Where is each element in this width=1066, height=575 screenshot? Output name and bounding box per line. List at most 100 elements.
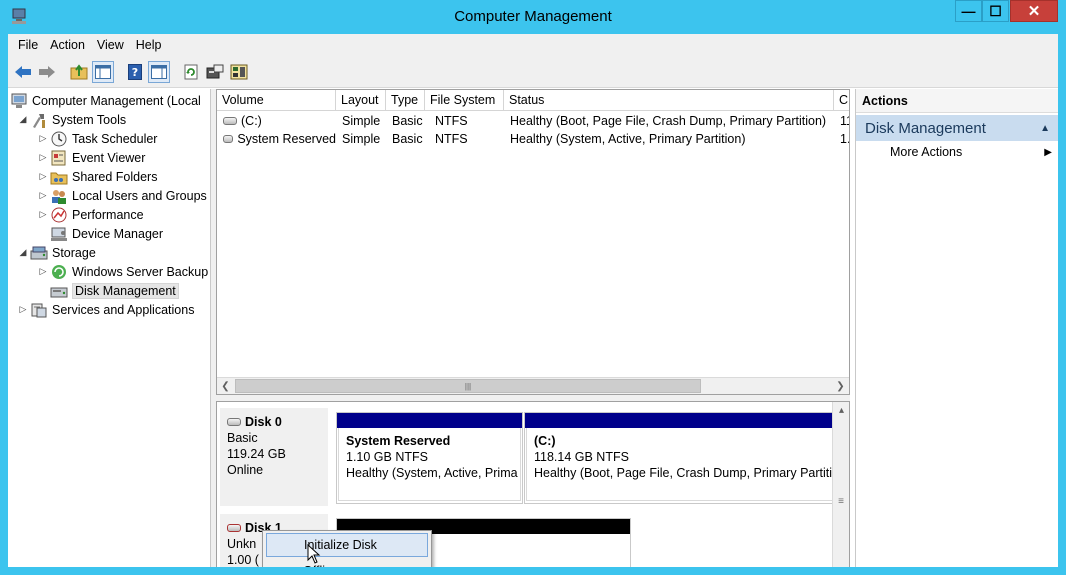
- column-capacity[interactable]: C: [834, 90, 849, 111]
- action-pane-icon: [151, 64, 167, 79]
- collapse-up-icon[interactable]: ▲: [1040, 123, 1050, 134]
- device-manager-icon: [50, 226, 68, 242]
- volume-cell: System Reserved: [223, 130, 336, 148]
- drive-icon: [223, 117, 237, 125]
- tree-label: Shared Folders: [72, 169, 158, 184]
- tree-label: Local Users and Groups: [72, 188, 207, 203]
- more-actions-item[interactable]: More Actions ▶: [856, 141, 1058, 163]
- fs-cell: NTFS: [435, 132, 468, 146]
- properties-button[interactable]: [204, 61, 226, 83]
- tree-item-system-tools[interactable]: ◢ System Tools: [16, 110, 126, 129]
- tree-item-task-scheduler[interactable]: ▷ Task Scheduler: [36, 129, 157, 148]
- column-file-system[interactable]: File System: [425, 90, 504, 111]
- svg-text:?: ?: [132, 66, 138, 79]
- disk0-size: 119.24 GB: [227, 447, 286, 461]
- maximize-button[interactable]: ☐: [982, 0, 1009, 22]
- menu-action[interactable]: Action: [44, 38, 91, 52]
- actions-section-disk-management[interactable]: Disk Management ▲: [856, 115, 1058, 141]
- expand-icon[interactable]: ▷: [36, 266, 50, 277]
- expand-icon[interactable]: ▷: [36, 152, 50, 163]
- refresh-button[interactable]: [180, 61, 202, 83]
- disk0-info[interactable]: Disk 0 Basic 119.24 GB Online: [220, 408, 328, 506]
- show-hide-action-pane-button[interactable]: [148, 60, 170, 83]
- tree-item-performance[interactable]: ▷ Performance: [36, 205, 144, 224]
- type-cell: Basic: [392, 132, 423, 146]
- scroll-grip-icon[interactable]: ≡: [835, 497, 847, 507]
- tree-label: Task Scheduler: [72, 131, 158, 146]
- table-row[interactable]: (C:) Simple Basic NTFS Healthy (Boot, Pa…: [217, 112, 849, 130]
- partition-c[interactable]: (C:) 118.14 GB NTFS Healthy (Boot, Page …: [524, 412, 837, 504]
- scroll-right-icon[interactable]: ❯: [832, 378, 849, 394]
- expand-icon[interactable]: ▷: [36, 133, 50, 144]
- tree-item-device-manager[interactable]: Device Manager: [36, 224, 163, 243]
- layout-cell: Simple: [342, 132, 381, 146]
- show-hide-console-tree-button[interactable]: [92, 60, 114, 83]
- status-cell: Healthy (Boot, Page File, Crash Dump, Pr…: [510, 114, 827, 128]
- tree-item-shared-folders[interactable]: ▷ Shared Folders: [36, 167, 157, 186]
- menu-item-offline[interactable]: Offline: [266, 559, 428, 567]
- vertical-scrollbar[interactable]: ▴ ≡: [832, 402, 849, 567]
- scroll-left-icon[interactable]: ❮: [217, 378, 234, 394]
- disk-icon: [227, 418, 241, 426]
- console-tree-icon: [95, 64, 111, 79]
- expand-icon[interactable]: ▷: [36, 209, 50, 220]
- mouse-cursor-icon: [307, 544, 321, 564]
- disk-warning-icon: [227, 524, 241, 532]
- close-icon: ✕: [1027, 2, 1041, 20]
- scroll-thumb[interactable]: |||: [235, 379, 701, 393]
- submenu-arrow-icon: ▶: [1044, 146, 1052, 158]
- more-toolbar-button[interactable]: [228, 61, 250, 83]
- horizontal-scrollbar[interactable]: ❮ ||| ❯: [217, 377, 849, 394]
- expand-icon[interactable]: ▷: [36, 171, 50, 182]
- menu-view[interactable]: View: [91, 38, 130, 52]
- column-layout[interactable]: Layout: [336, 90, 386, 111]
- tree-item-disk-management[interactable]: Disk Management: [36, 281, 179, 300]
- menu-help[interactable]: Help: [130, 38, 168, 52]
- tree-item-services-applications[interactable]: ▷ Services and Applications: [16, 300, 194, 319]
- tree-label: Computer Management (Local: [32, 93, 201, 108]
- volume-list: Volume Layout Type File System Status C …: [216, 89, 850, 395]
- section-label: Disk Management: [865, 119, 986, 137]
- scroll-up-icon[interactable]: ▴: [833, 402, 849, 419]
- column-status[interactable]: Status: [504, 90, 834, 111]
- column-type[interactable]: Type: [386, 90, 425, 111]
- tree-item-storage[interactable]: ◢ Storage: [16, 243, 96, 262]
- services-icon: [30, 302, 48, 318]
- disk1-state: Not I: [227, 568, 321, 575]
- close-button[interactable]: ✕: [1010, 0, 1058, 22]
- event-viewer-icon: [50, 150, 68, 166]
- expand-icon[interactable]: ▷: [36, 190, 50, 201]
- computer-management-window: Computer Management — ☐ ✕ File Action Vi…: [0, 0, 1066, 575]
- maximize-icon: ☐: [989, 3, 1002, 19]
- disk0-name: Disk 0: [227, 414, 321, 430]
- tree-label: Services and Applications: [52, 302, 195, 317]
- collapse-icon[interactable]: ◢: [16, 114, 30, 125]
- up-one-level-button[interactable]: [68, 61, 90, 83]
- tree-label: Disk Management: [72, 282, 179, 299]
- help-icon: ?: [128, 63, 142, 80]
- tree-item-computer-management[interactable]: Computer Management (Local: [10, 91, 201, 110]
- tree-item-event-viewer[interactable]: ▷ Event Viewer: [36, 148, 145, 167]
- back-button[interactable]: [12, 61, 34, 83]
- collapse-icon[interactable]: ◢: [16, 247, 30, 258]
- column-volume[interactable]: Volume: [217, 90, 336, 111]
- partition-bar: [337, 413, 522, 428]
- menu-item-initialize-disk[interactable]: Initialize Disk: [266, 533, 428, 557]
- window-title: Computer Management: [454, 8, 612, 25]
- table-row[interactable]: System Reserved Simple Basic NTFS Health…: [217, 130, 849, 148]
- minimize-button[interactable]: —: [955, 0, 982, 22]
- tree-label: Event Viewer: [72, 150, 146, 165]
- tree-label: Device Manager: [72, 226, 164, 241]
- forward-button[interactable]: [36, 61, 58, 83]
- tree-item-local-users[interactable]: ▷ Local Users and Groups: [36, 186, 207, 205]
- fs-cell: NTFS: [435, 114, 468, 128]
- partition-bar: [525, 413, 836, 428]
- partition-system-reserved[interactable]: System Reserved 1.10 GB NTFS Healthy (Sy…: [336, 412, 523, 504]
- computer-management-icon: [10, 93, 28, 109]
- help-button[interactable]: ?: [124, 61, 146, 83]
- expand-icon[interactable]: ▷: [16, 304, 30, 315]
- folder-up-icon: [70, 63, 88, 79]
- menu-file[interactable]: File: [12, 38, 44, 52]
- disk0-state: Online: [227, 463, 264, 477]
- tree-item-windows-server-backup[interactable]: ▷ Windows Server Backup: [36, 262, 208, 281]
